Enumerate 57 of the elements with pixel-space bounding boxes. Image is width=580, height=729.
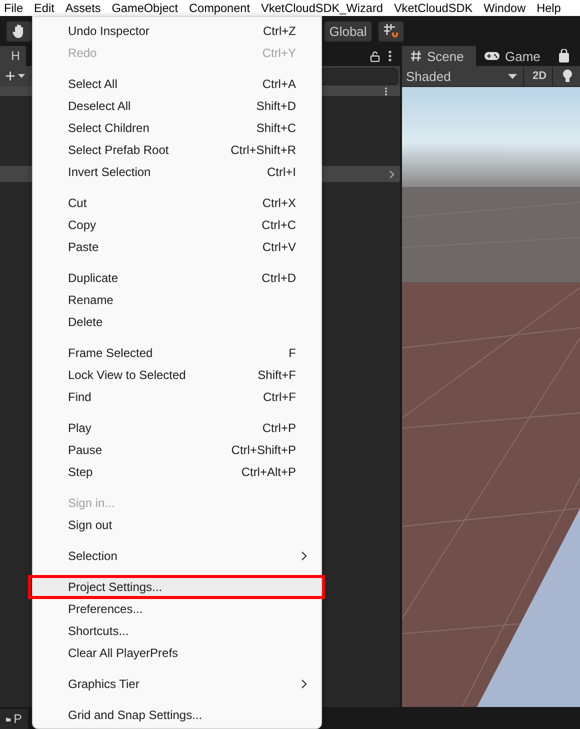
gamepad-icon bbox=[484, 51, 500, 61]
more-icon[interactable] bbox=[388, 50, 392, 62]
menu-item[interactable]: Play Ctrl+P bbox=[33, 417, 321, 439]
lock-icon[interactable] bbox=[370, 50, 380, 62]
menu-bar-item[interactable]: Edit bbox=[34, 1, 54, 15]
tab-label: P bbox=[14, 712, 22, 726]
menu-item[interactable]: Frame Selected F bbox=[33, 342, 321, 364]
menu-item[interactable]: Find Ctrl+F bbox=[33, 386, 321, 408]
menu-item[interactable]: Duplicate Ctrl+D bbox=[33, 267, 321, 289]
light-bulb-icon[interactable] bbox=[562, 69, 573, 83]
menu-item[interactable]: Rename bbox=[33, 289, 321, 311]
menu-item[interactable]: Sign out bbox=[33, 514, 321, 536]
menu-item[interactable]: Copy Ctrl+C bbox=[33, 214, 321, 236]
view-tab[interactable]: Scene bbox=[402, 46, 476, 66]
menu-item[interactable]: Deselect All Shift+D bbox=[33, 95, 321, 117]
menu-bar-item[interactable]: GameObject bbox=[112, 1, 178, 15]
hash-icon bbox=[410, 50, 422, 62]
menu-item[interactable]: Select All Ctrl+A bbox=[33, 73, 321, 95]
menu-item[interactable]: Graphics Tier bbox=[33, 673, 321, 695]
view-tab[interactable]: Game bbox=[476, 46, 550, 66]
menu-item[interactable]: Lock View to Selected Shift+F bbox=[33, 364, 321, 386]
menu-item[interactable]: Step Ctrl+Alt+P bbox=[33, 461, 321, 483]
grid-snap-button[interactable] bbox=[378, 20, 404, 42]
caret-icon bbox=[18, 74, 25, 78]
chevron-right-icon bbox=[301, 551, 307, 561]
menu-bar-item[interactable]: Assets bbox=[65, 1, 101, 15]
menu-item[interactable]: Delete bbox=[33, 311, 321, 333]
menu-item[interactable]: Pause Ctrl+Shift+P bbox=[33, 439, 321, 461]
hierarchy-tab[interactable]: H bbox=[0, 46, 26, 66]
menu-bar-item[interactable]: File bbox=[4, 1, 24, 15]
add-button[interactable]: + bbox=[5, 68, 25, 84]
menu-bar-item[interactable]: VketCloudSDK bbox=[394, 1, 473, 15]
more-icon[interactable] bbox=[384, 86, 388, 96]
menu-bar-item[interactable]: VketCloudSDK_Wizard bbox=[260, 1, 383, 15]
menu-item[interactable]: Clear All PlayerPrefs bbox=[33, 642, 321, 664]
chevron-right-icon bbox=[301, 679, 307, 689]
menu-item[interactable]: Shortcuts... bbox=[33, 620, 321, 642]
menu-item[interactable]: Cut Ctrl+X bbox=[33, 192, 321, 214]
hand-tool-button[interactable] bbox=[6, 20, 32, 42]
menu-item[interactable]: Undo Inspector Ctrl+Z bbox=[33, 20, 321, 42]
menu-bar-item[interactable]: Help bbox=[536, 1, 561, 15]
menu-bar-item[interactable]: Component bbox=[188, 1, 250, 15]
tab-label: H bbox=[10, 49, 20, 63]
menu-item[interactable]: Invert Selection Ctrl+I bbox=[33, 161, 321, 183]
menu-item[interactable]: Selection bbox=[33, 545, 321, 567]
global-button[interactable]: Global bbox=[324, 20, 372, 42]
chevron-right-icon bbox=[389, 170, 395, 178]
grid-snap-icon bbox=[383, 23, 399, 39]
caret-icon bbox=[508, 74, 517, 78]
menu-item[interactable]: Paste Ctrl+V bbox=[33, 236, 321, 258]
menu-item[interactable]: Grid and Snap Settings... bbox=[33, 704, 321, 726]
project-tab[interactable]: P bbox=[0, 709, 28, 729]
menu-item[interactable]: Preferences... bbox=[33, 598, 321, 620]
menu-item[interactable]: Select Prefab Root Ctrl+Shift+R bbox=[33, 139, 321, 161]
bag-icon[interactable] bbox=[558, 49, 570, 63]
menu-bar-item[interactable]: Window bbox=[484, 1, 526, 15]
menu-item[interactable]: Select Children Shift+C bbox=[33, 117, 321, 139]
